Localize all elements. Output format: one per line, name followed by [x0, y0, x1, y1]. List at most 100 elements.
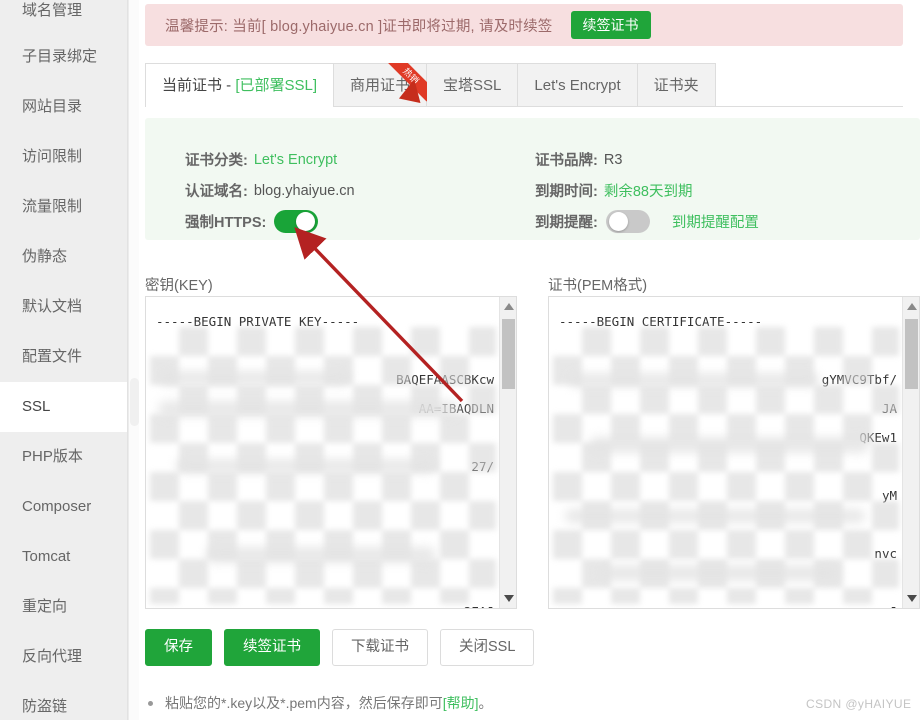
action-button-3[interactable]: 关闭SSL	[440, 629, 535, 667]
key_panel-line	[156, 336, 494, 365]
action-button-2[interactable]: 下载证书	[332, 629, 428, 667]
key_panel-line	[156, 510, 494, 539]
sidebar-item-i14[interactable]: 防盗链	[0, 682, 127, 720]
remind-label: 到期提醒:	[535, 215, 598, 231]
sidebar-item-php[interactable]: PHP版本	[0, 432, 127, 482]
key_panel-line-fragment: 2EAJ	[464, 597, 494, 608]
sidebar-item-tomcat[interactable]: Tomcat	[0, 532, 127, 582]
notice-renew-button[interactable]: 续签证书	[570, 10, 651, 40]
cert_panel-line: J	[559, 597, 897, 608]
tab-label: 证书夹	[653, 77, 699, 94]
certificate-info-panel: 证书分类: Let's Encrypt 认证域名: blog.yhaiyue.c…	[145, 118, 920, 240]
tab-3[interactable]: Let's Encrypt	[518, 63, 638, 106]
sidebar-item-i2[interactable]: 网站目录	[0, 82, 127, 132]
key-textarea-content: -----BEGIN PRIVATE KEY----- BAQEFAASCBKcw…	[156, 307, 494, 608]
sidebar-item-i1[interactable]: 子目录绑定	[0, 32, 127, 82]
cert_panel-line: gYMVC9Tbf/	[559, 365, 897, 394]
cert_panel-header-line: -----BEGIN CERTIFICATE-----	[559, 314, 763, 329]
key-textarea-scrollbar[interactable]	[499, 297, 516, 608]
key-textarea[interactable]: -----BEGIN PRIVATE KEY----- BAQEFAASCBKcw…	[145, 296, 517, 609]
cert_panel-line: yM	[559, 481, 897, 510]
cert-textarea[interactable]: -----BEGIN CERTIFICATE----- gYMVC9Tbf/JA Q…	[548, 296, 920, 609]
cert_panel-line: nvc	[559, 539, 897, 568]
sidebar-item-i12[interactable]: 重定向	[0, 582, 127, 632]
tab-label: 宝塔SSL	[443, 77, 502, 94]
sidebar-item-i3[interactable]: 访问限制	[0, 132, 127, 182]
cert_panel-line: QKEw1	[559, 423, 897, 452]
note-help-link[interactable]: [帮助]	[443, 693, 479, 713]
cert_panel-line-fragment: J	[889, 597, 897, 608]
expiry-remind-config-link[interactable]: 到期提醒配置	[672, 211, 759, 232]
expire-label: 到期时间:	[535, 184, 598, 200]
key_panel-line	[156, 539, 494, 568]
bullet-icon	[148, 700, 153, 706]
cert_panel-line	[559, 510, 897, 539]
expiry-notice-bar: 温馨提示: 当前[ blog.yhaiyue.cn ]证书即将过期, 请及时续签…	[145, 4, 903, 46]
note-prefix: 粘贴您的*.key以及*.pem内容，然后保存即可	[165, 695, 443, 711]
key_panel-line-fragment: AA=IBAQDLN	[418, 401, 494, 416]
cert_panel-line: JA	[559, 394, 897, 423]
scroll-up-icon[interactable]	[504, 303, 514, 310]
key_panel-line: BAQEFAASCBKcw	[156, 365, 494, 394]
info-row-domain: 认证域名: blog.yhaiyue.cn	[185, 175, 355, 206]
cert_panel-line	[559, 452, 897, 481]
cert_panel-line-fragment: JA	[881, 401, 897, 416]
cert_panel-line	[559, 568, 897, 597]
info-row-expire: 到期时间: 剩余88天到期	[535, 175, 759, 206]
info-column-left: 证书分类: Let's Encrypt 认证域名: blog.yhaiyue.c…	[185, 144, 355, 237]
info-row-force-https: 强制HTTPS:	[185, 206, 355, 237]
key_panel-line: AA=IBAQDLN	[156, 394, 494, 423]
main-content: 温馨提示: 当前[ blog.yhaiyue.cn ]证书即将过期, 请及时续签…	[139, 0, 921, 720]
expiry-remind-toggle[interactable]	[605, 210, 650, 233]
cert-textarea-label: 证书(PEM格式)	[548, 278, 648, 294]
tab-label: 当前证书 -	[162, 77, 236, 94]
sidebar-item-ssl[interactable]: SSL	[0, 382, 127, 432]
key_panel-line-fragment: BAQEFAASCBKcw	[396, 372, 494, 387]
sidebar-item-i6[interactable]: 默认文档	[0, 282, 127, 332]
info-row-brand: 证书品牌: R3	[535, 144, 759, 175]
cert-textarea-content: -----BEGIN CERTIFICATE----- gYMVC9Tbf/JA Q…	[559, 307, 897, 608]
key_panel-line	[156, 481, 494, 510]
key_panel-header-line: -----BEGIN PRIVATE KEY-----	[156, 314, 360, 329]
key_panel-line-fragment: 27/	[471, 459, 494, 474]
sidebar-item-composer[interactable]: Composer	[0, 482, 127, 532]
info-row-category: 证书分类: Let's Encrypt	[185, 144, 355, 175]
tab-1[interactable]: 商用证书 热销	[334, 63, 428, 106]
tab-label: 商用证书	[350, 77, 411, 94]
sidebar-item-i7[interactable]: 配置文件	[0, 332, 127, 382]
sidebar-item-i0[interactable]: 域名管理	[0, 0, 127, 32]
cert_panel-line-fragment: QKEw1	[859, 430, 897, 445]
cert_panel-line-fragment: nvc	[874, 546, 897, 561]
tab-0[interactable]: 当前证书 - [已部署SSL]	[145, 63, 335, 107]
tab-4[interactable]: 证书夹	[637, 63, 716, 106]
scroll-down-icon[interactable]	[504, 595, 514, 602]
sidebar-item-i4[interactable]: 流量限制	[0, 182, 127, 232]
info-row-remind: 到期提醒: 到期提醒配置	[535, 206, 759, 237]
category-value: Let's Encrypt	[253, 151, 338, 168]
note-suffix: 。	[478, 695, 493, 711]
expire-value: 剩余88天到期	[603, 184, 693, 200]
ssl-tabs[interactable]: 当前证书 - [已部署SSL] 商用证书 热销 宝塔SSL Let's Encrypt 证…	[145, 63, 903, 107]
sidebar-item-i5[interactable]: 伪静态	[0, 232, 127, 282]
key-scrollbar-thumb[interactable]	[502, 319, 515, 389]
action-buttons[interactable]: 保存 续签证书 下载证书 关闭SSL	[145, 629, 546, 667]
cert-scrollbar-thumb[interactable]	[905, 319, 918, 389]
csdn-watermark: CSDN @yHAIYUE	[806, 697, 912, 711]
key_panel-line	[156, 423, 494, 452]
cert-textarea-scrollbar[interactable]	[902, 297, 919, 608]
sidebar[interactable]: 域名管理 子目录绑定 网站目录 访问限制 流量限制 伪静态 默认文档 配置文件 SSL PHP版本…	[0, 0, 128, 720]
scroll-up-icon[interactable]	[907, 303, 917, 310]
tab-2[interactable]: 宝塔SSL	[427, 63, 519, 106]
action-button-0[interactable]: 保存	[145, 629, 212, 667]
force-https-label: 强制HTTPS:	[185, 215, 267, 231]
scroll-down-icon[interactable]	[907, 595, 917, 602]
key_panel-line: 27/	[156, 452, 494, 481]
sidebar-scrollbar-thumb[interactable]	[130, 378, 139, 426]
force-https-toggle[interactable]	[274, 210, 319, 233]
cert_panel-line-fragment: yM	[881, 488, 897, 503]
action-button-1[interactable]: 续签证书	[224, 629, 320, 667]
sidebar-item-i13[interactable]: 反向代理	[0, 632, 127, 682]
info-column-right: 证书品牌: R3 到期时间: 剩余88天到期 到期提醒: 到期提醒配置	[535, 144, 759, 237]
key_panel-line	[156, 568, 494, 597]
cert_panel-line-fragment: gYMVC9Tbf/	[821, 372, 897, 387]
